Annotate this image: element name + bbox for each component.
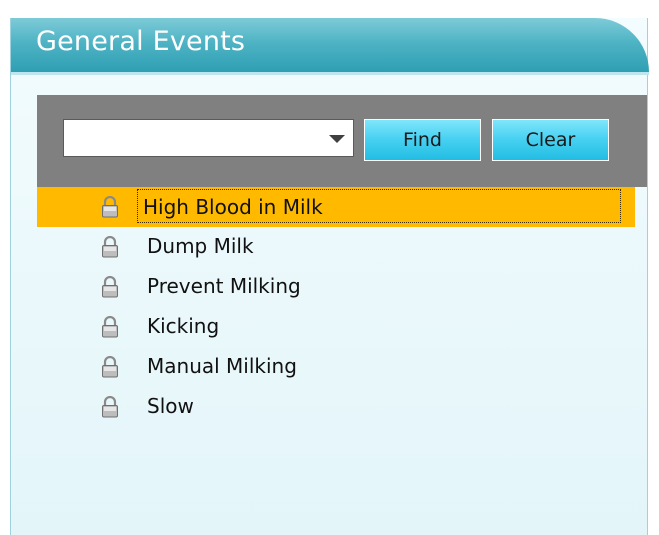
list-item[interactable]: Dump Milk	[37, 227, 635, 267]
find-button[interactable]: Find	[364, 119, 481, 161]
clear-button[interactable]: Clear	[492, 119, 609, 161]
events-list: High Blood in Milk Dump Milk Prevent Mil…	[37, 187, 647, 427]
list-item[interactable]: Prevent Milking	[37, 267, 635, 307]
list-item-label: Dump Milk	[147, 234, 254, 258]
list-item[interactable]: Slow	[37, 387, 635, 427]
list-item-label: Manual Milking	[147, 354, 297, 378]
general-events-panel: General Events Find Clear High Blood in …	[10, 18, 649, 535]
list-item-label: Slow	[147, 394, 194, 418]
list-item-label: Kicking	[147, 314, 220, 338]
lock-icon	[102, 356, 118, 378]
event-search-combobox[interactable]	[63, 119, 354, 157]
lock-icon	[102, 236, 118, 258]
panel-header: General Events	[11, 18, 649, 72]
header-divider	[11, 72, 649, 75]
lock-icon	[102, 396, 118, 418]
dropdown-arrow-icon[interactable]	[329, 135, 345, 143]
lock-icon	[102, 276, 118, 298]
list-item[interactable]: High Blood in Milk	[37, 187, 635, 227]
lock-icon	[102, 196, 118, 218]
lock-icon	[102, 316, 118, 338]
list-item[interactable]: Manual Milking	[37, 347, 635, 387]
list-item[interactable]: Kicking	[37, 307, 635, 347]
list-item-label: High Blood in Milk	[137, 189, 621, 223]
panel-title: General Events	[36, 26, 246, 57]
search-bar: Find Clear	[37, 95, 647, 187]
list-item-label: Prevent Milking	[147, 274, 301, 298]
